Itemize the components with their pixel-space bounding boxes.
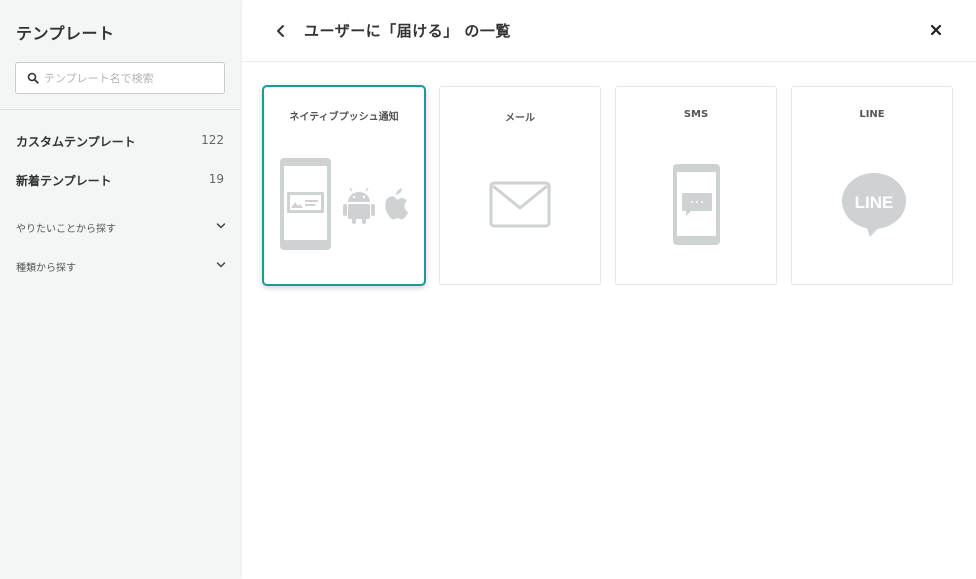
line-logo-text: LINE — [855, 193, 894, 212]
card-native-push[interactable]: ネイティブプッシュ通知 — [262, 85, 426, 286]
search-box[interactable] — [15, 62, 225, 94]
sms-icon — [673, 164, 720, 245]
sidebar-item-custom-templates[interactable]: カスタムテンプレート 122 — [16, 131, 224, 151]
line-icon: LINE — [842, 173, 906, 237]
sidebar-divider — [0, 109, 240, 110]
sidebar-item-new-templates[interactable]: 新着テンプレート 19 — [16, 170, 224, 190]
header: ユーザーに「届ける」 の一覧 — [240, 0, 976, 62]
chevron-down-icon — [216, 223, 226, 229]
main-panel: ユーザーに「届ける」 の一覧 ネイティブプッシュ通知 メール SMS LINE … — [240, 0, 976, 579]
sidebar-group-by-type[interactable]: 種類から探す — [16, 257, 226, 275]
search-icon — [27, 72, 39, 84]
card-mail[interactable]: メール — [439, 86, 601, 285]
sidebar-group-by-goal[interactable]: やりたいことから探す — [16, 218, 226, 236]
sidebar-title: テンプレート — [16, 24, 115, 43]
search-input[interactable] — [44, 63, 219, 93]
sidebar-group-label: やりたいことから探す — [16, 224, 116, 235]
close-icon[interactable] — [928, 22, 944, 38]
page-title: ユーザーに「届ける」 の一覧 — [304, 22, 511, 40]
push-notification-icon — [280, 158, 408, 250]
mail-icon — [489, 181, 551, 228]
card-line[interactable]: LINE LINE — [791, 86, 953, 285]
sidebar-item-count: 122 — [201, 133, 224, 147]
chevron-down-icon — [216, 262, 226, 268]
app-window: テンプレート カスタムテンプレート 122 新着テンプレート 19 やりたいこと… — [0, 0, 976, 579]
sidebar-group-label: 種類から探す — [16, 263, 76, 274]
sidebar-item-label: 新着テンプレート — [16, 174, 112, 188]
sidebar-item-count: 19 — [208, 172, 224, 186]
card-sms[interactable]: SMS — [615, 86, 777, 285]
sidebar-item-label: カスタムテンプレート — [16, 135, 136, 149]
sidebar: テンプレート カスタムテンプレート 122 新着テンプレート 19 やりたいこと… — [0, 0, 240, 579]
back-arrow-icon[interactable] — [273, 22, 289, 40]
